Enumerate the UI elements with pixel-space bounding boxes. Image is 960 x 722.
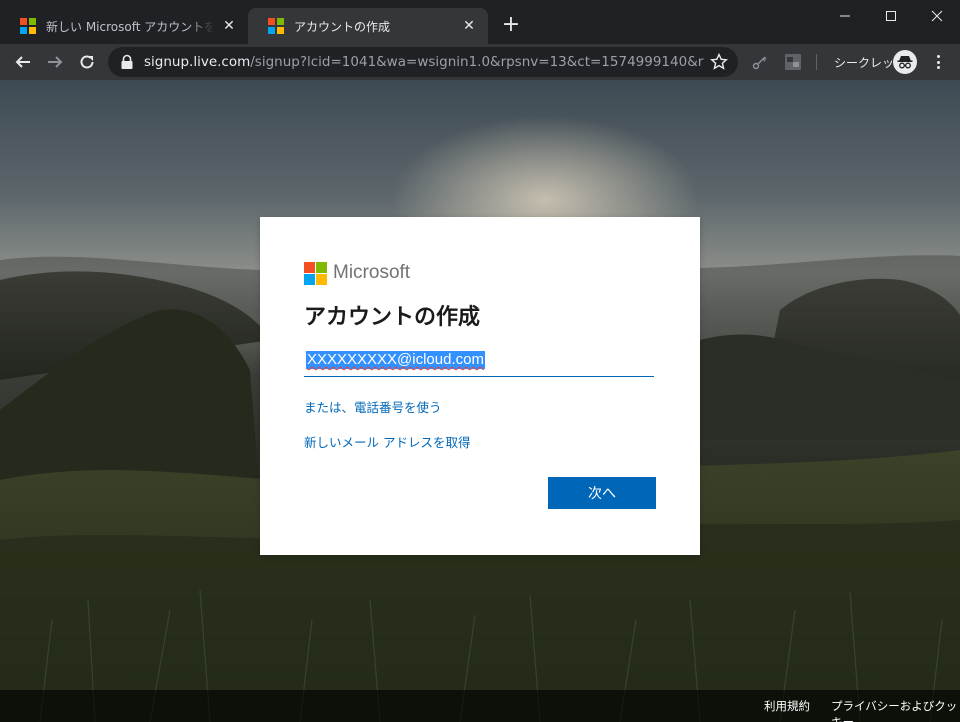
microsoft-logo-icon	[20, 18, 36, 34]
email-field[interactable]: XXXXXXXXX@icloud.com	[304, 347, 654, 377]
minimize-icon[interactable]	[822, 0, 868, 32]
get-new-email-link[interactable]: 新しいメール アドレスを取得	[304, 432, 470, 451]
browser-toolbar: signup.live.com/signup?lcid=1041&wa=wsig…	[0, 44, 960, 80]
tab-new-microsoft-account[interactable]: 新しい Microsoft アカウントを作成する ✕	[0, 8, 248, 44]
close-tab-icon[interactable]: ✕	[220, 17, 238, 35]
url-host: signup.live.com	[144, 54, 251, 70]
more-vert-icon[interactable]	[928, 52, 948, 72]
forward-arrow-icon[interactable]	[41, 48, 69, 76]
use-phone-link[interactable]: または、電話番号を使う	[304, 397, 442, 416]
url-path: /signup?lcid=1041&wa=wsignin1.0&rpsnv=13…	[250, 54, 704, 70]
address-bar[interactable]: signup.live.com/signup?lcid=1041&wa=wsig…	[108, 47, 738, 77]
brand-name: Microsoft	[333, 262, 411, 283]
terms-link[interactable]: 利用規約	[764, 698, 810, 714]
tab-create-account[interactable]: アカウントの作成 ✕	[248, 8, 488, 44]
back-arrow-icon[interactable]	[9, 48, 37, 76]
translate-icon[interactable]	[784, 53, 802, 71]
privacy-link[interactable]: プライバシーおよびクッキー	[831, 698, 960, 722]
signup-card: Microsoft アカウントの作成 XXXXXXXXX@icloud.com …	[260, 217, 700, 555]
close-tab-icon[interactable]: ✕	[460, 17, 478, 35]
star-icon[interactable]	[710, 53, 728, 71]
new-tab-button[interactable]: +	[498, 13, 524, 39]
close-icon[interactable]	[914, 0, 960, 32]
page-title: アカウントの作成	[304, 305, 481, 330]
page-footer: 利用規約 プライバシーおよびクッキー	[0, 690, 960, 722]
reload-icon[interactable]	[73, 48, 101, 76]
microsoft-brand: Microsoft	[304, 261, 656, 285]
microsoft-logo-icon	[304, 261, 327, 285]
email-field-value[interactable]: XXXXXXXXX@icloud.com	[306, 351, 485, 369]
incognito-icon[interactable]	[893, 50, 917, 74]
next-button[interactable]: 次へ	[548, 477, 656, 509]
tab-title: 新しい Microsoft アカウントを作成する	[46, 19, 214, 34]
url-text: signup.live.com/signup?lcid=1041&wa=wsig…	[144, 54, 704, 70]
maximize-icon[interactable]	[868, 0, 914, 32]
tab-title: アカウントの作成	[294, 19, 391, 34]
lock-icon	[121, 54, 133, 69]
microsoft-logo-icon	[268, 18, 284, 34]
key-icon[interactable]	[752, 54, 768, 70]
toolbar-divider	[816, 54, 817, 70]
page-content: Microsoft アカウントの作成 XXXXXXXXX@icloud.com …	[0, 80, 960, 722]
tab-strip: 新しい Microsoft アカウントを作成する ✕ アカウントの作成 ✕ +	[0, 0, 960, 44]
